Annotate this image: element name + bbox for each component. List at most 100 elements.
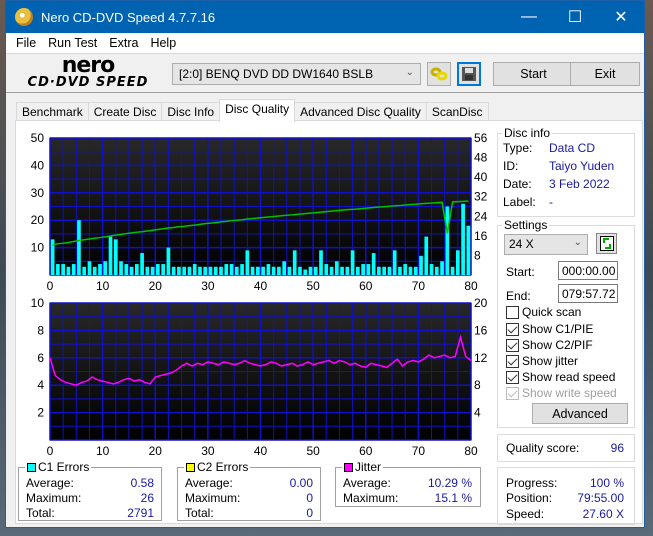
speed-select[interactable]: 24 X ⌄ — [504, 234, 588, 255]
advanced-button[interactable]: Advanced — [532, 403, 628, 424]
menu-help[interactable]: Help — [144, 36, 182, 50]
y-left-tick-label: 2 — [37, 406, 44, 420]
c1-error-bar — [261, 266, 265, 275]
y-right-tick-label: 8 — [474, 378, 481, 392]
minimize-button[interactable]: — — [506, 1, 552, 33]
c1-error-bar — [387, 266, 392, 275]
c1-error-bar — [250, 266, 255, 275]
c1-error-bar — [177, 266, 181, 275]
disc-date-value: 3 Feb 2022 — [549, 177, 610, 191]
show-read-speed-checkbox[interactable]: Show read speed — [506, 370, 615, 384]
show-c2-checkbox[interactable]: Show C2/PIF — [506, 338, 593, 352]
menu-file[interactable]: File — [10, 36, 42, 50]
save-button[interactable] — [457, 62, 481, 86]
checkbox-checked-icon — [506, 370, 519, 384]
x-tick-label: 20 — [149, 444, 163, 458]
c1-error-bar — [82, 266, 87, 275]
c1-error-bar — [392, 250, 397, 275]
x-tick-label: 60 — [359, 444, 373, 458]
refresh-icon — [599, 236, 614, 251]
c1-error-bar — [145, 266, 150, 275]
c1-error-bar — [313, 266, 318, 275]
position-label: Position: — [506, 491, 553, 505]
toolbar: nero CD·DVD SPEED [2:0] BENQ DVD DD DW16… — [6, 53, 644, 93]
show-c1-label: Show C1/PIE — [522, 322, 594, 336]
y-right-tick-label: 48 — [474, 151, 488, 165]
c1-average-value: 0.58 — [130, 476, 154, 490]
x-tick-label: 10 — [96, 444, 110, 458]
c1-error-bar — [271, 266, 276, 275]
show-jitter-checkbox[interactable]: Show jitter — [506, 354, 578, 368]
c1-error-bar — [303, 269, 308, 275]
title-bar: Nero CD-DVD Speed 4.7.7.16 — ☐ ✕ — [6, 1, 644, 33]
quick-scan-checkbox[interactable]: Quick scan — [506, 305, 581, 319]
x-tick-label: 50 — [306, 444, 320, 458]
jitter-maximum-label: Maximum: — [343, 491, 399, 505]
c1-maximum-value: 26 — [140, 491, 154, 505]
quality-score-value: 96 — [610, 441, 624, 455]
c1-error-bar — [245, 250, 250, 275]
tab-scandisc[interactable]: ScanDisc — [425, 102, 489, 122]
c1-error-bar — [319, 250, 323, 275]
c1-error-bar — [403, 264, 408, 275]
c1-error-bar — [461, 203, 465, 275]
c1-error-bar — [356, 266, 360, 275]
c1-error-bar — [440, 261, 444, 275]
drive-info-button[interactable] — [427, 62, 451, 86]
y-right-tick-label: 20 — [474, 296, 488, 310]
drive-select[interactable]: [2:0] BENQ DVD DD DW1640 BSLB ⌄ — [172, 63, 421, 85]
c1-error-bar — [166, 247, 171, 275]
c2-maximum-value: 0 — [306, 491, 313, 505]
c1-average-label: Average: — [26, 476, 74, 490]
c1-error-bar — [298, 266, 302, 275]
jitter-average-value: 10.29 % — [427, 476, 472, 490]
refresh-button[interactable] — [596, 233, 617, 254]
close-button[interactable]: ✕ — [598, 1, 644, 33]
show-c1-checkbox[interactable]: Show C1/PIE — [506, 322, 593, 336]
show-c2-label: Show C2/PIF — [522, 338, 593, 352]
end-time-label: End: — [506, 289, 531, 303]
c1-error-bar — [108, 236, 113, 275]
c1-error-bar — [192, 264, 197, 275]
c1-error-bar — [308, 266, 313, 275]
tab-disc-info[interactable]: Disc Info — [161, 102, 221, 122]
tab-bar: Benchmark Create Disc Disc Info Disc Qua… — [16, 99, 489, 122]
c1-errors-chart: 0 10 20 30 40 50 60 70 80 10 20 30 40 50 8 16 24 32 40 48 56 — [31, 131, 488, 293]
window-title: Nero CD-DVD Speed 4.7.7.16 — [41, 9, 216, 25]
c1-error-bar — [61, 264, 65, 275]
c1-error-bar — [345, 266, 350, 275]
c1-error-bar — [466, 225, 471, 275]
y-left-tick-label: 20 — [31, 213, 45, 227]
c1-error-bar — [198, 266, 202, 275]
chevron-down-icon: ⌄ — [573, 237, 582, 248]
c1-error-bar — [329, 266, 334, 275]
tab-advanced-disc-quality[interactable]: Advanced Disc Quality — [294, 102, 427, 122]
c1-error-bar — [334, 261, 339, 275]
y-left-tick-label: 40 — [31, 158, 45, 172]
c1-maximum-label: Maximum: — [26, 491, 82, 505]
speed-value: 27.60 X — [582, 507, 624, 521]
y-left-tick-label: 30 — [31, 186, 45, 200]
tab-benchmark[interactable]: Benchmark — [16, 102, 89, 122]
start-time-input[interactable]: 000:00.00 — [558, 261, 618, 280]
c1-error-bar — [219, 266, 223, 275]
c2-maximum-label: Maximum: — [185, 491, 241, 505]
y-right-tick-label: 56 — [474, 131, 488, 145]
y-left-tick-label: 6 — [37, 351, 44, 365]
menu-run-test[interactable]: Run Test — [42, 36, 103, 50]
end-time-input[interactable]: 079:57.72 — [558, 284, 618, 303]
maximize-button[interactable]: ☐ — [552, 1, 598, 33]
disc-id-label: ID: — [503, 159, 519, 173]
c1-error-bar — [129, 266, 134, 275]
c1-error-bar — [87, 261, 92, 275]
c2-total-value: 0 — [306, 506, 313, 520]
c2-errors-title: C2 Errors — [197, 460, 249, 474]
exit-button[interactable]: Exit — [570, 62, 640, 86]
c1-error-bar — [256, 266, 260, 275]
start-button[interactable]: Start — [493, 62, 574, 86]
tab-disc-quality[interactable]: Disc Quality — [219, 99, 296, 122]
menu-extra[interactable]: Extra — [103, 36, 144, 50]
c1-error-bar — [124, 264, 129, 275]
tab-create-disc[interactable]: Create Disc — [87, 102, 163, 122]
c1-error-bar — [408, 266, 413, 275]
